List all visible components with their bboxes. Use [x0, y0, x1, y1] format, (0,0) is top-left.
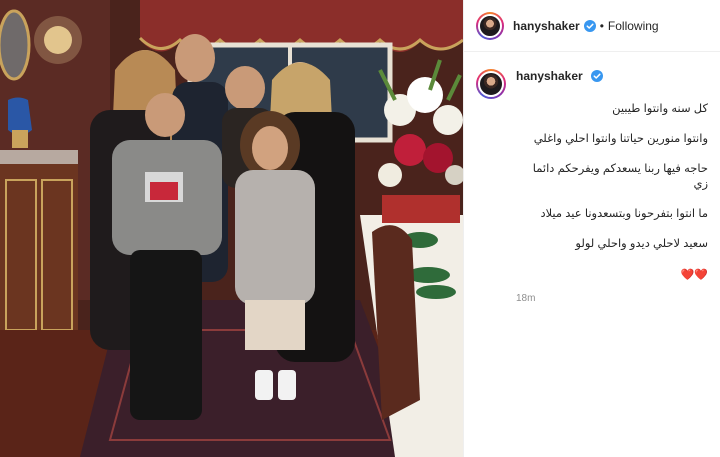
follow-status-button[interactable]: Following [608, 19, 659, 33]
caption-line: وانتوا منورين حياتنا وانتوا احلي واغلي [533, 133, 708, 145]
caption-comment: hanyshaker كل سنه وانتوا طيبين وانتوا من… [464, 52, 720, 304]
caption-text: كل سنه وانتوا طيبين وانتوا منورين حياتنا… [516, 87, 708, 267]
verified-badge-icon [591, 70, 604, 82]
heart-emoji-icon: ❤️❤️ [680, 269, 708, 281]
caption-line: ما انتوا بتفرحونا وبتسعدونا عيد ميلاد [540, 208, 708, 220]
instagram-post: hanyshaker • Following hanyshaker كل سنه… [0, 0, 720, 457]
separator-dot: • [599, 18, 604, 33]
post-header: hanyshaker • Following [464, 0, 720, 52]
caption-author-avatar[interactable] [476, 69, 506, 99]
post-photo[interactable] [0, 0, 463, 457]
post-side-panel: hanyshaker • Following hanyshaker كل سنه… [463, 0, 720, 457]
author-username[interactable]: hanyshaker [513, 19, 580, 33]
caption-line: حاجه فيها ربنا يسعدكم ويفرحكم دائما زي [532, 163, 708, 190]
author-avatar[interactable] [476, 11, 504, 40]
caption-body: hanyshaker كل سنه وانتوا طيبين وانتوا من… [516, 67, 708, 304]
caption-line: كل سنه وانتوا طيبين [612, 103, 708, 115]
family-photo-illustration [0, 0, 463, 457]
caption-line: سعيد لاحلي ديدو واحلي لولو [575, 238, 708, 250]
caption-author-username[interactable]: hanyshaker [516, 69, 583, 83]
verified-badge-icon [583, 19, 596, 32]
post-timestamp[interactable]: 18m [516, 293, 708, 304]
